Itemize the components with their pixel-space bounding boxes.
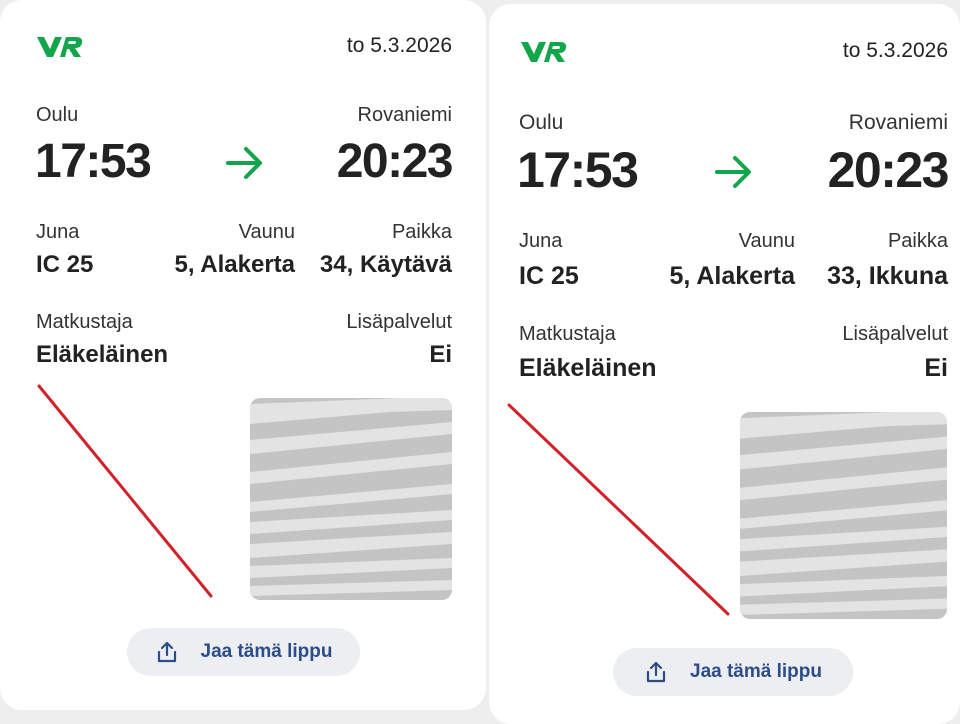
- car-value: 5, Alakerta: [174, 251, 295, 278]
- share-ticket-label: Jaa tämä lippu: [200, 641, 333, 662]
- train-label: Juna: [519, 230, 563, 252]
- ticket-card: to 5.3.2026 Oulu Rovaniemi 17:53 20:23 J…: [489, 4, 960, 724]
- extras-value: Ei: [924, 354, 948, 382]
- passenger-label: Matkustaja: [36, 311, 133, 333]
- train-label: Juna: [36, 221, 80, 243]
- vr-logo: [37, 37, 83, 57]
- car-label: Vaunu: [738, 230, 795, 252]
- extras-label: Lisäpalvelut: [346, 311, 452, 333]
- car-label: Vaunu: [238, 221, 295, 243]
- extras-label: Lisäpalvelut: [842, 323, 948, 345]
- share-ticket-button[interactable]: Jaa tämä lippu: [127, 628, 360, 676]
- share-ticket-label: Jaa tämä lippu: [690, 661, 822, 682]
- ticket-card: to 5.3.2026 Oulu Rovaniemi 17:53 20:23 J…: [0, 0, 486, 710]
- departure-time: 17:53: [517, 142, 639, 198]
- seat-value: 34, Käytävä: [319, 251, 452, 278]
- arrow-right-icon: [715, 156, 751, 188]
- vr-logo: [521, 42, 567, 62]
- travel-date: to 5.3.2026: [842, 39, 948, 62]
- train-value: IC 25: [519, 262, 579, 290]
- ticket-code-placeholder: [740, 412, 947, 619]
- to-station: Rovaniemi: [357, 104, 452, 126]
- seat-label: Paikka: [391, 221, 452, 243]
- ticket-code-placeholder: [250, 398, 452, 600]
- from-station: Oulu: [36, 104, 79, 126]
- strike-mark: [507, 403, 730, 616]
- strike-mark: [37, 384, 213, 598]
- extras-value: Ei: [429, 341, 452, 368]
- departure-time: 17:53: [35, 135, 152, 188]
- seat-value: 33, Ikkuna: [827, 262, 948, 290]
- share-icon: [646, 661, 666, 683]
- seat-label: Paikka: [887, 230, 948, 252]
- from-station: Oulu: [519, 111, 564, 134]
- arrival-time: 20:23: [336, 135, 454, 188]
- share-icon: [157, 641, 176, 663]
- car-value: 5, Alakerta: [669, 262, 795, 290]
- passenger-label: Matkustaja: [519, 323, 616, 345]
- passenger-value: Eläkeläinen: [519, 354, 657, 382]
- share-ticket-button[interactable]: Jaa tämä lippu: [613, 648, 853, 696]
- train-value: IC 25: [36, 251, 94, 278]
- to-station: Rovaniemi: [848, 111, 948, 134]
- passenger-value: Eläkeläinen: [36, 341, 169, 368]
- arrow-right-icon: [226, 147, 262, 179]
- travel-date: to 5.3.2026: [346, 34, 452, 57]
- arrival-time: 20:23: [827, 142, 950, 198]
